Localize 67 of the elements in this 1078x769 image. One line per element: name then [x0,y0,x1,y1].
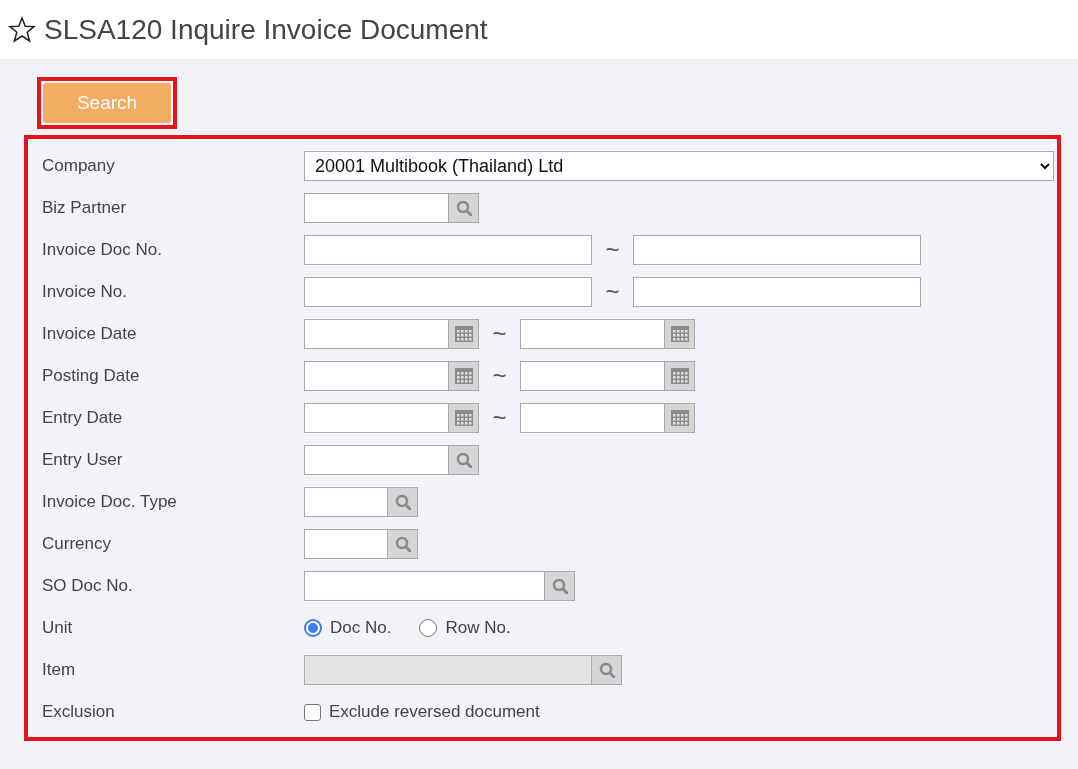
field-label: Invoice Date [42,323,138,346]
lookup-button[interactable] [449,193,479,223]
range-separator: ~ [491,319,508,349]
calendar-icon [670,326,689,342]
field-label: Unit [42,617,74,640]
lookup-button[interactable] [388,529,418,559]
calendar-icon [670,410,689,426]
input-field[interactable] [304,235,592,265]
field-label: SO Doc No. [42,575,134,598]
radio-button[interactable] [419,619,438,637]
field-label: Invoice Doc No. [42,239,163,262]
checkbox-label[interactable]: Exclude reversed document [329,699,540,725]
lookup-button[interactable] [545,571,575,601]
calendar-button[interactable] [665,319,695,349]
calendar-button[interactable] [449,361,479,391]
range-separator: ~ [491,403,508,433]
range-separator: ~ [491,361,508,391]
field-label: Item [42,659,77,682]
search-icon [394,536,411,552]
search-icon [455,452,472,468]
input-field[interactable] [633,277,921,307]
search-icon [455,200,472,216]
input-field[interactable] [304,403,449,433]
input-field[interactable] [633,235,921,265]
calendar-button[interactable] [449,319,479,349]
input-field[interactable] [304,571,545,601]
field-label: Posting Date [42,365,141,388]
field-label: Currency [42,533,112,556]
field-label: Entry User [42,449,124,472]
input-field[interactable] [304,277,592,307]
radio-label[interactable]: Doc No. [330,615,392,641]
calendar-button[interactable] [665,361,695,391]
input-field[interactable] [520,403,665,433]
range-separator: ~ [604,277,621,307]
calendar-icon [454,326,473,342]
checkbox[interactable] [304,703,321,721]
input-field[interactable] [304,487,388,517]
calendar-icon [454,368,473,384]
lookup-button[interactable] [449,445,479,475]
search-icon [598,662,615,678]
field-label: Biz Partner [42,197,128,220]
input-field[interactable] [304,361,449,391]
search-icon [551,578,568,594]
field-label: Invoice Doc. Type [42,491,178,514]
page-title: SLSA120 Inquire Invoice Document [44,12,488,47]
field-label: Invoice No. [42,281,129,304]
calendar-icon [670,368,689,384]
field-label: Company [42,155,116,178]
radio-label[interactable]: Row No. [445,615,511,641]
input-field[interactable] [520,361,665,391]
calendar-button[interactable] [665,403,695,433]
search-icon [394,494,411,510]
lookup-button[interactable] [388,487,418,517]
input-field[interactable] [304,445,449,475]
calendar-button[interactable] [449,403,479,433]
calendar-icon [454,410,473,426]
company-dropdown[interactable]: 20001 Multibook (Thailand) Ltd [304,151,1054,181]
range-separator: ~ [604,235,621,265]
field-label: Exclusion [42,701,116,724]
input-field[interactable] [304,193,449,223]
lookup-button[interactable] [592,655,622,685]
star-icon[interactable] [8,16,36,43]
input-field[interactable] [304,319,449,349]
radio-button[interactable] [304,619,322,637]
input-field[interactable] [520,319,665,349]
input-field[interactable] [304,529,388,559]
field-label: Entry Date [42,407,124,430]
